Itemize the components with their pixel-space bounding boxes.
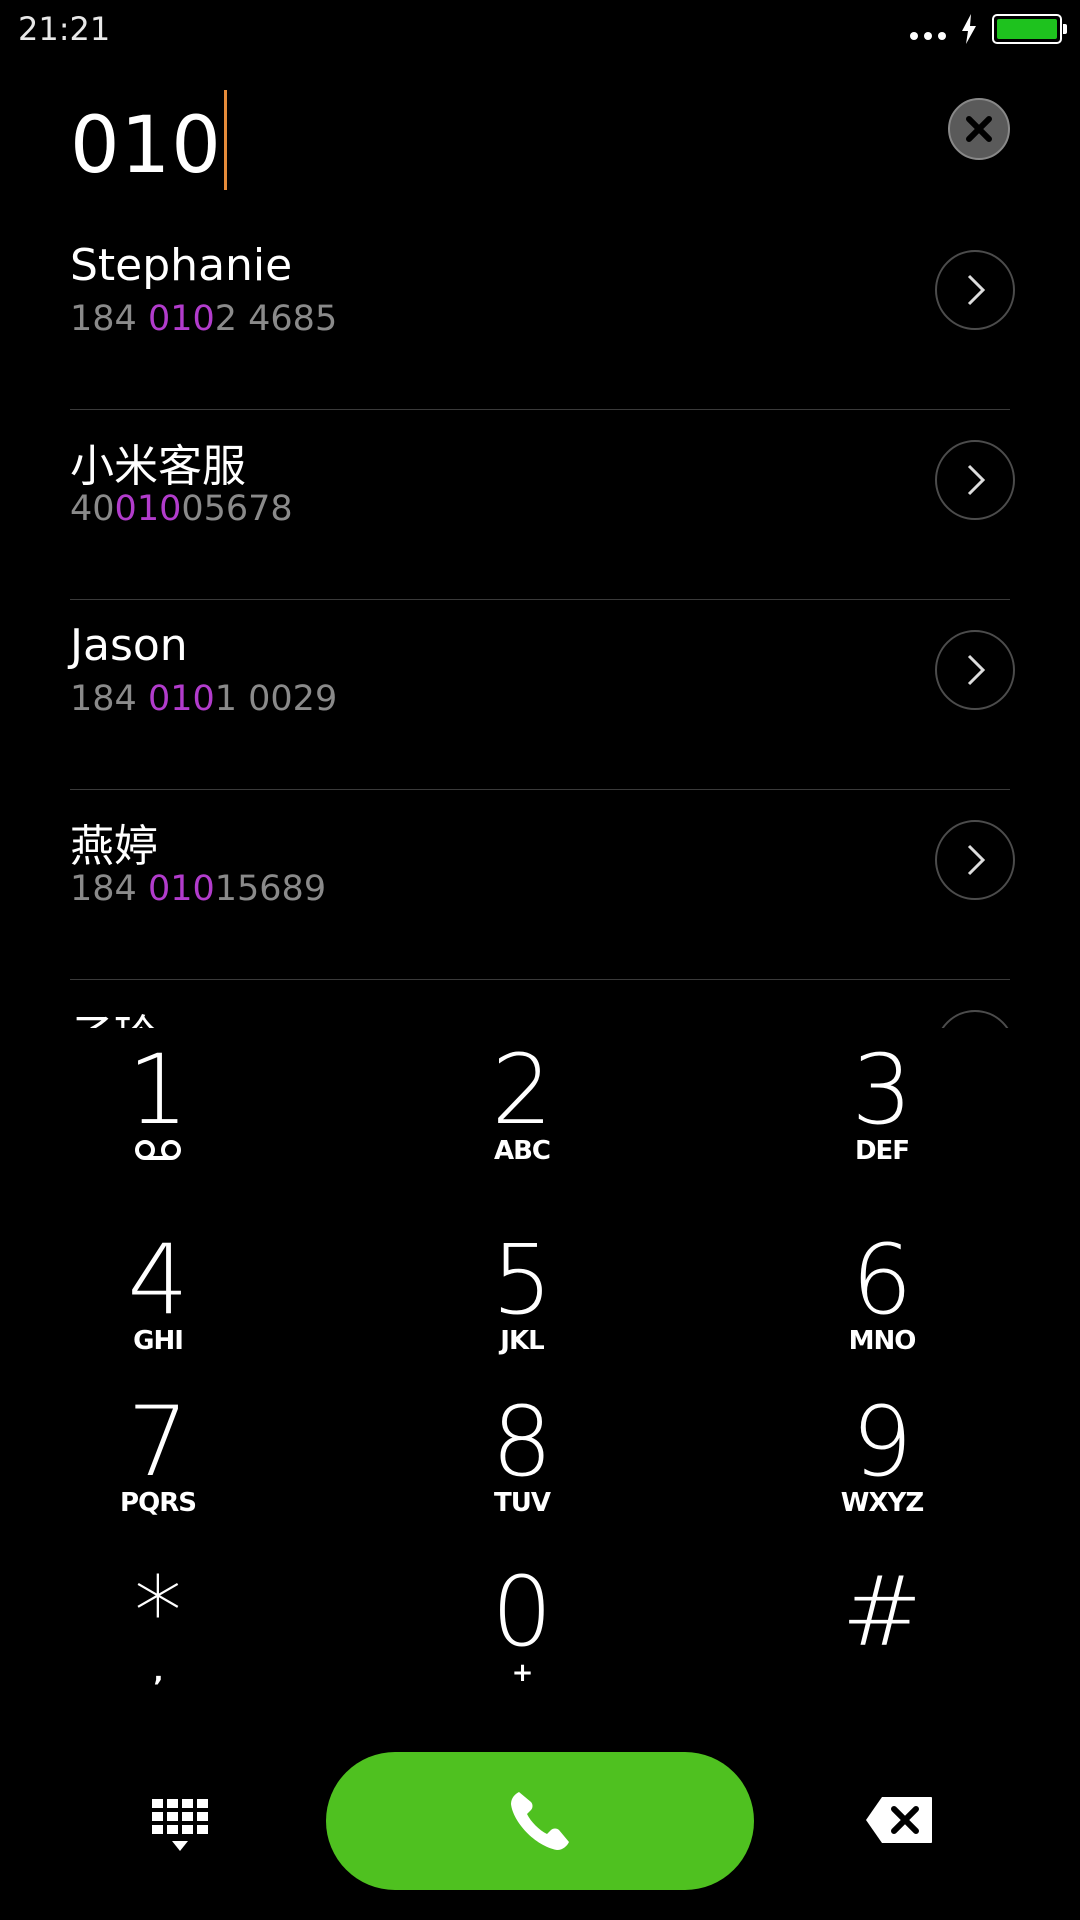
chevron-right-icon [967,844,986,876]
entered-number: 010 [70,101,222,191]
contact-name: 子玲 [70,1000,158,1028]
action-bar [0,1750,1080,1890]
status-icons [910,14,1067,44]
text-caret [223,90,227,190]
contact-name: Stephanie [70,240,293,291]
charging-icon [962,14,976,44]
chevron-right-icon [967,464,986,496]
contact-detail-button[interactable] [935,630,1015,710]
key-0[interactable]: 0 + [372,1562,672,1712]
contact-number: 184 0101 0029 [70,679,338,719]
key-5[interactable]: 5 JKL [372,1230,672,1380]
key-2[interactable]: 2 ABC [372,1040,672,1190]
key-hash[interactable]: # [732,1562,1032,1712]
call-button[interactable] [326,1752,754,1890]
battery-icon [992,14,1067,44]
contact-detail-button[interactable] [935,250,1015,330]
chevron-right-icon [967,274,986,306]
number-match-highlight: 010 [114,489,182,529]
contact-detail-button[interactable] [935,1010,1015,1028]
clear-number-button[interactable] [948,98,1010,160]
contact-result-item[interactable]: 小米客服 4001005678 [70,410,1015,600]
status-time: 21:21 [18,10,111,48]
key-3[interactable]: 3 DEF [732,1040,1032,1190]
battery-level [997,19,1057,39]
contact-result-item[interactable]: 子玲 [70,980,1015,1028]
dial-keypad: 1 2 ABC 3 DEF 4 GHI 5 JKL 6 MNO 7 PQRS 8… [0,1040,1080,1700]
contact-number: 184 01015689 [70,869,327,909]
contact-number: 4001005678 [70,489,293,529]
contact-name: 小米客服 [70,441,246,492]
contact-detail-button[interactable] [935,820,1015,900]
key-4[interactable]: 4 GHI [8,1230,308,1380]
contact-detail-button[interactable] [935,440,1015,520]
dialpad-toggle-icon[interactable] [150,1795,210,1855]
key-star[interactable]: * , [8,1562,308,1712]
key-1[interactable]: 1 [8,1040,308,1190]
close-icon [966,116,992,142]
key-6[interactable]: 6 MNO [732,1230,1032,1380]
key-8[interactable]: 8 TUV [372,1392,672,1542]
number-match-highlight: 010 [147,679,215,719]
key-9[interactable]: 9 WXYZ [732,1392,1032,1542]
contact-result-item[interactable]: Jason 184 0101 0029 [70,600,1015,790]
contact-results-list[interactable]: Stephanie 184 0102 4685 小米客服 4001005678 … [0,220,1080,1028]
contact-name: Jason [70,620,188,671]
number-entry[interactable]: 010 [70,78,1010,191]
number-match-highlight: 010 [147,299,215,339]
contact-result-item[interactable]: 燕婷 184 01015689 [70,790,1015,980]
status-bar: 21:21 [0,0,1080,60]
voicemail-icon [135,1140,181,1160]
backspace-icon[interactable] [864,1795,934,1845]
chevron-right-icon [967,654,986,686]
number-match-highlight: 010 [147,869,215,909]
contact-name: 燕婷 [70,821,158,872]
phone-icon [511,1792,569,1850]
key-7[interactable]: 7 PQRS [8,1392,308,1542]
more-dots-icon [910,18,946,40]
contact-number: 184 0102 4685 [70,299,338,339]
contact-result-item[interactable]: Stephanie 184 0102 4685 [70,220,1015,410]
